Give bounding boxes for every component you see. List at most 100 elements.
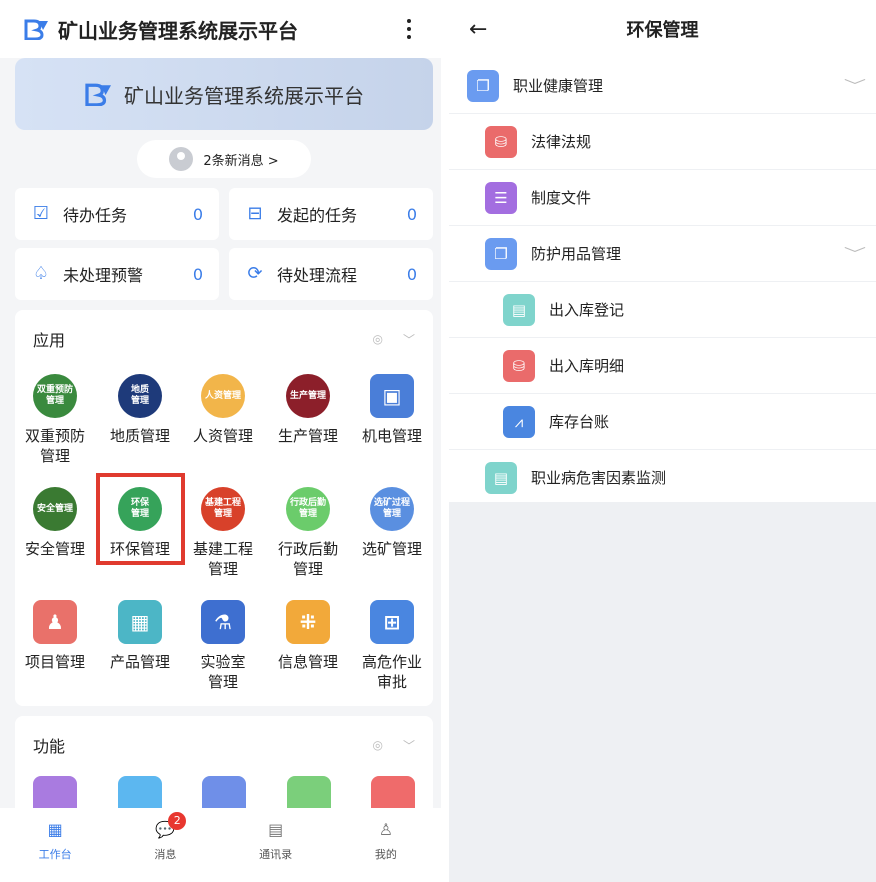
function-icon[interactable] [117,776,162,808]
header: ← 环保管理 [449,0,876,58]
app-label: 高危作业 审批 [361,653,422,691]
app-item[interactable]: 安全管理 安全管理 [13,487,97,559]
app-item[interactable]: 生产管理 生产管理 [266,374,350,446]
folder-icon: ❐ [467,69,499,102]
grid-icon: ▦ [47,819,63,839]
app-icon: 生产管理 [286,374,330,418]
chart-icon: ⩘ [503,405,535,438]
app-label: 地质管理 [109,427,170,445]
stat-count: 0 [192,264,203,284]
tab-messages[interactable]: 💬 2 消息 [110,808,220,882]
tab-workbench[interactable]: ▦ 工作台 [0,808,110,882]
menu-row-label: 制度文件 [531,189,592,207]
menu-row[interactable]: ❐ 职业健康管理 ﹀ [449,58,876,114]
app-item[interactable]: 选矿过程 管理选矿管理 [350,487,434,559]
app-label: 安全管理 [24,540,85,558]
stat-count: 0 [192,204,203,224]
app-label: 行政后勤 管理 [277,540,338,578]
stat-label: 未处理预警 [63,266,144,285]
app-label: 项目管理 [24,653,85,671]
flow-icon: ⟳ [247,263,263,284]
workbench-screen: 矿山业务管理系统展示平台 矿山业务管理系统展示平台 2条新消息 > ☑ 待办任务… [0,0,441,882]
menu-row-label: 防护用品管理 [531,245,622,263]
app-title: 矿山业务管理系统展示平台 [58,18,298,43]
app-icon: 人资管理 [201,374,245,418]
app-item[interactable]: ▣ 机电管理 [350,374,434,446]
new-messages-button[interactable]: 2条新消息 > [137,140,311,178]
app-label: 人资管理 [192,427,253,445]
app-label: 实验室 管理 [200,653,246,691]
stat-label: 待办任务 [63,206,128,225]
function-icon[interactable] [33,776,77,808]
menu-row[interactable]: ⩘ 库存台账 [449,394,876,450]
user-icon: ♙ [378,819,394,839]
app-item[interactable]: ⊞ 高危作业 审批 [350,600,434,692]
menu-row-label: 库存台账 [549,413,610,431]
tab-bar: ▦ 工作台 💬 2 消息 ▤ 通讯录 ♙ 我的 [0,808,441,882]
more-menu-icon[interactable] [407,19,411,39]
banner-logo-icon [85,83,111,106]
app-item[interactable]: 基建工程 管理 基建工程 管理 [181,487,265,579]
app-icon: 双重预防 管理 [33,374,77,418]
functions-header: 功能 ◎ ﹀ [15,716,433,774]
menu-row[interactable]: ☰ 制度文件 [449,170,876,226]
apps-header: 应用 ◎ ﹀ [15,310,433,368]
app-label: 信息管理 [277,653,338,671]
settings-icon[interactable]: ◎ [373,738,383,752]
menu-row[interactable]: ⛁ 法律法规 [449,114,876,170]
stat-pending-tasks[interactable]: ☑ 待办任务 0 [15,188,219,240]
tab-contacts[interactable]: ▤ 通讯录 [221,808,331,882]
menu-row-label: 法律法规 [531,133,592,151]
menu-row[interactable]: ❐ 防护用品管理 ﹀ [449,226,876,282]
app-item[interactable]: 人资管理 人资管理 [181,374,265,446]
menu-row-label: 职业病危害因素监测 [531,469,667,487]
functions-section-title: 功能 [33,737,66,756]
app-item[interactable]: ⁜ 信息管理 [266,600,350,672]
stat-pending-flows[interactable]: ⟳ 待处理流程 0 [229,248,433,300]
menu-row[interactable]: ▤ 出入库登记 [449,282,876,338]
app-icon: ⊞ [370,600,414,644]
calendar-check-icon: ☑ [32,203,50,224]
app-item[interactable]: ▦ 产品管理 [98,600,182,672]
highlight-box [96,473,185,565]
stat-initiated-tasks[interactable]: ⊟ 发起的任务 0 [229,188,433,240]
stat-count: 0 [406,204,417,224]
app-label: 双重预防 管理 [24,427,85,465]
back-arrow-icon[interactable]: ← [469,17,509,42]
top-bar: 矿山业务管理系统展示平台 [0,0,441,58]
app-label: 选矿管理 [361,540,422,558]
app-item[interactable]: 行政后勤 管理 行政后勤 管理 [266,487,350,579]
new-messages-label: 2条新消息 > [203,153,279,169]
chevron-down-icon[interactable]: ﹀ [403,737,415,754]
tab-profile[interactable]: ♙ 我的 [331,808,441,882]
stat-count: 0 [406,264,417,284]
app-icon: ⚗ [201,600,245,644]
app-item[interactable]: ⚗ 实验室 管理 [181,600,265,692]
app-label: 机电管理 [361,427,422,445]
app-item[interactable]: 地质 管理 地质管理 [98,374,182,446]
app-item[interactable]: ♟ 项目管理 [13,600,97,672]
function-icon[interactable] [202,776,246,808]
menu-row[interactable]: ⛁ 出入库明细 [449,338,876,394]
contacts-icon: ▤ [268,819,284,839]
app-logo-icon [24,19,48,40]
avatar-icon [169,147,194,171]
app-label: 生产管理 [277,427,338,445]
app-item[interactable]: 双重预防 管理 双重预防 管理 [13,374,97,466]
function-icon[interactable] [371,776,415,808]
chevron-down-icon[interactable]: ﹀ [844,76,866,96]
chevron-down-icon[interactable]: ﹀ [403,331,415,348]
clipboard-icon: ▤ [485,461,517,494]
settings-icon[interactable]: ◎ [373,332,383,346]
app-icon: ⁜ [286,600,330,644]
app-icon: 选矿过程 管理 [370,487,414,531]
menu-row-label: 出入库明细 [549,357,625,375]
folder-icon: ❐ [485,237,517,270]
menu-row[interactable]: ▤ 职业病危害因素监测 [449,450,876,506]
tab-label: 工作台 [38,848,72,861]
function-icon[interactable] [286,776,331,808]
stat-unhandled-alerts[interactable]: ♤ 未处理预警 0 [15,248,219,300]
chevron-down-icon[interactable]: ﹀ [844,244,866,264]
app-label: 产品管理 [109,653,170,671]
tab-label: 通讯录 [259,848,293,861]
